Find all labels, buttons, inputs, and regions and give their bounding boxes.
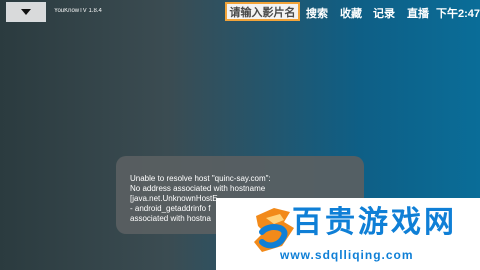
- menu-dropdown-button[interactable]: [6, 2, 46, 22]
- clock: 下午2:47: [436, 8, 480, 20]
- favorites-button[interactable]: 收藏: [340, 5, 362, 21]
- history-button[interactable]: 记录: [373, 5, 395, 21]
- watermark-title: 百贵游戏网: [292, 206, 457, 239]
- search-button[interactable]: 搜索: [306, 5, 328, 21]
- watermark-url: www.sdqlliqing.com: [280, 248, 414, 262]
- chevron-down-icon: [21, 9, 31, 15]
- live-button[interactable]: 直播: [407, 5, 429, 21]
- app-version-label: YouKnowTV 1.8.4: [54, 8, 102, 14]
- toast-line: Unable to resolve host "quinc-say.com":: [130, 174, 271, 183]
- site-watermark: 百贵游戏网 www.sdqlliqing.com: [216, 198, 480, 270]
- toast-line: No address associated with hostname: [130, 184, 266, 193]
- search-input[interactable]: 请输入影片名: [225, 2, 300, 21]
